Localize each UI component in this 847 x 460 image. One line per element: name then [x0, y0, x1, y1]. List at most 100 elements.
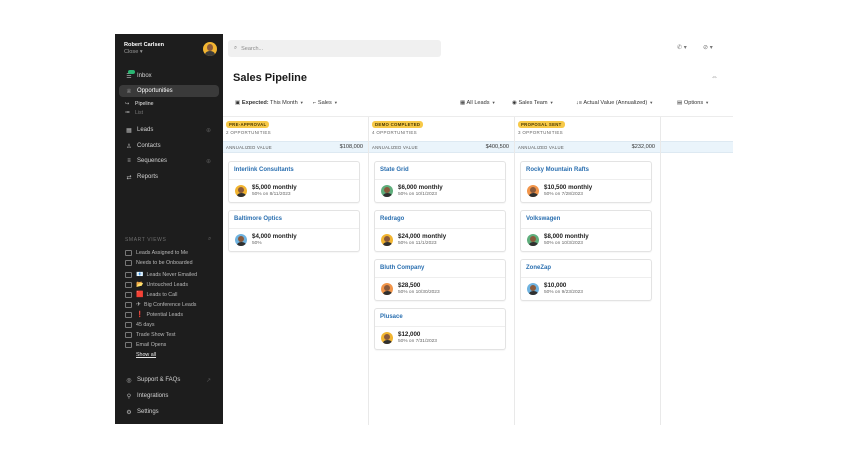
opportunity-detail: 50% on 10/1/2023: [398, 192, 437, 197]
smart-view-item[interactable]: Trade Show Test: [125, 332, 175, 338]
opportunity-detail: 50% on 9/23/2023: [544, 290, 583, 295]
show-all-link[interactable]: Show all: [136, 352, 156, 358]
sidebar-item-sequences[interactable]: ≡ Sequences ⊕: [119, 155, 219, 167]
sidebar-item-integrations[interactable]: ⚲ Integrations: [119, 390, 219, 402]
plug-icon: ⚲: [126, 393, 132, 400]
opportunity-card[interactable]: Plusace $12,000 50% on 7/31/2023: [374, 308, 506, 350]
smart-view-item[interactable]: Email Opens: [125, 342, 166, 348]
lead-name[interactable]: Volkswagen: [526, 216, 560, 222]
sort-filter[interactable]: ↓≡ Actual Value (Annualized) ▼: [576, 100, 653, 106]
opportunity-card[interactable]: Baltimore Optics $4,000 monthly 50%: [228, 210, 360, 252]
leads-filter[interactable]: ▦ All Leads ▼: [460, 100, 496, 106]
lead-name[interactable]: Rocky Mountain Rafts: [526, 167, 589, 173]
help-icon[interactable]: ⊘ ▾: [703, 44, 713, 51]
org-switcher[interactable]: Close ▾: [124, 49, 164, 56]
opportunity-value: $10,500 monthly: [544, 184, 593, 191]
annualized-value-row: ANNUALIZED VALUE $108,000: [223, 141, 368, 153]
user-menu[interactable]: Robert Carlsen Close ▾: [124, 42, 164, 56]
smart-view-item[interactable]: 45 days: [125, 322, 155, 328]
smart-view-item[interactable]: 📂 Untouched Leads: [125, 281, 188, 288]
add-sequence-icon[interactable]: ⊕: [206, 158, 211, 165]
lead-name[interactable]: Plusace: [380, 314, 403, 320]
sidebar-item-contacts[interactable]: ♙ Contacts: [119, 140, 219, 152]
add-lead-icon[interactable]: ⊕: [206, 127, 211, 134]
sidebar-item-opportunities[interactable]: ♕ Opportunities: [119, 85, 219, 97]
email-emoji-icon: 📧: [136, 272, 144, 278]
avatar: [527, 185, 539, 197]
lead-name[interactable]: ZoneZap: [526, 265, 551, 271]
pipeline-filter[interactable]: ⌐ Sales ▼: [313, 100, 338, 106]
smart-view-item[interactable]: ✈ Big Conference Leads: [125, 301, 196, 308]
call-emoji-icon: 🟥: [136, 292, 144, 298]
opportunity-card[interactable]: Bluth Company $28,500 50% on 10/30/2023: [374, 259, 506, 301]
lead-name[interactable]: Interlink Consultants: [234, 167, 294, 173]
smart-view-icon: [125, 271, 132, 278]
team-icon: ◉: [512, 100, 517, 106]
search-placeholder: Search...: [241, 45, 264, 52]
search-icon[interactable]: ⌕: [208, 236, 211, 243]
opportunity-card[interactable]: Interlink Consultants $5,000 monthly 50%…: [228, 161, 360, 203]
sidebar-item-inbox[interactable]: ☰ Inbox: [119, 69, 219, 82]
sidebar-item-reports[interactable]: ⇄ Reports: [119, 171, 219, 183]
pipeline-icon: ⌐: [313, 100, 317, 106]
opportunity-value: $8,000 monthly: [544, 233, 589, 240]
avatar: [235, 185, 247, 197]
stage-badge: PRE-APPROVAL: [226, 121, 270, 128]
annualized-value-row: ANNUALIZED VALUE $400,500: [369, 141, 514, 153]
smart-view-icon: [125, 301, 132, 308]
smart-view-icon: [125, 332, 132, 338]
opportunity-detail: 50% on 7/31/2023: [398, 339, 437, 344]
lead-name[interactable]: State Grid: [380, 167, 409, 173]
lead-name[interactable]: Bluth Company: [380, 265, 424, 271]
opportunity-card[interactable]: ZoneZap $10,000 50% on 9/23/2023: [520, 259, 652, 301]
opportunity-detail: 50% on 7/28/2023: [544, 192, 583, 197]
opportunity-card[interactable]: Redrago $24,000 monthly 50% on 11/1/2023: [374, 210, 506, 252]
plane-emoji-icon: ✈: [136, 302, 142, 308]
smart-view-icon: [125, 322, 132, 328]
opportunity-card[interactable]: Volkswagen $8,000 monthly 50% on 10/3/20…: [520, 210, 652, 252]
smart-view-icon: [125, 342, 132, 348]
lead-name[interactable]: Redrago: [380, 216, 404, 222]
phone-icon[interactable]: ✆ ▾: [677, 44, 687, 51]
app-window: Robert Carlsen Close ▾ ☰ Inbox ♕ Opportu…: [115, 34, 733, 425]
sidebar-item-label: Leads: [137, 127, 154, 133]
person-icon: ♙: [126, 143, 132, 150]
lead-name[interactable]: Baltimore Optics: [234, 216, 282, 222]
search-input[interactable]: ⌕ Search...: [228, 40, 441, 57]
options-button[interactable]: ▤ Options ▼: [677, 100, 709, 106]
sidebar: Robert Carlsen Close ▾ ☰ Inbox ♕ Opportu…: [115, 34, 223, 424]
chevron-down-icon: ▼: [549, 100, 554, 105]
team-filter[interactable]: ◉ Sales Team ▼: [512, 100, 554, 106]
stage-column: DEMO COMPLETED 4 OPPORTUNITIES ANNUALIZE…: [369, 117, 515, 425]
sidebar-item-label: Inbox: [137, 73, 152, 79]
smart-view-item[interactable]: Leads Assigned to Me: [125, 250, 188, 256]
sidebar-subitem-list[interactable]: ≔ List: [125, 110, 143, 116]
sidebar-subitem-pipeline[interactable]: ↪ Pipeline: [125, 101, 153, 107]
smart-view-item[interactable]: 🟥 Leads to Call: [125, 291, 177, 298]
smart-view-item[interactable]: ❗ Potential Leads: [125, 311, 183, 318]
filter-bar: ▣ Expected: This Month ▼ ⌐ Sales ▼ ▦ All L…: [223, 98, 733, 112]
top-bar: ⌕ Search... ✆ ▾ ⊘ ▾: [223, 34, 733, 64]
stage-header: DEMO COMPLETED 4 OPPORTUNITIES: [369, 117, 514, 139]
sidebar-item-support[interactable]: ◎ Support & FAQs ↗: [119, 374, 219, 386]
sidebar-item-leads[interactable]: ▦ Leads ⊕: [119, 124, 219, 136]
stage-badge: DEMO COMPLETED: [372, 121, 424, 128]
opportunity-value: $10,000: [544, 282, 567, 289]
sidebar-item-settings[interactable]: ⚙ Settings: [119, 406, 219, 418]
annualized-value: $400,500: [485, 144, 509, 150]
opportunity-card[interactable]: State Grid $6,000 monthly 50% on 10/1/20…: [374, 161, 506, 203]
expected-filter[interactable]: ▣ Expected: This Month ▼: [235, 100, 304, 106]
annualized-value-row: ANNUALIZED VALUE $232,000: [515, 141, 660, 153]
external-link-icon: ↗: [205, 377, 211, 384]
options-icon: ▤: [677, 100, 683, 106]
smart-view-item[interactable]: 📧 Leads Never Emailed: [125, 271, 197, 278]
chevron-down-icon: ▼: [299, 100, 304, 105]
building-icon: ▦: [126, 127, 132, 134]
gear-icon: ⚙: [126, 409, 132, 416]
link-icon[interactable]: ⇔: [711, 74, 718, 81]
opportunity-count: 2 OPPORTUNITIES: [226, 130, 271, 135]
avatar[interactable]: [203, 42, 217, 56]
smart-view-item[interactable]: Needs to be Onboarded: [125, 260, 193, 266]
calendar-icon: ▣: [235, 100, 241, 106]
opportunity-card[interactable]: Rocky Mountain Rafts $10,500 monthly 50%…: [520, 161, 652, 203]
